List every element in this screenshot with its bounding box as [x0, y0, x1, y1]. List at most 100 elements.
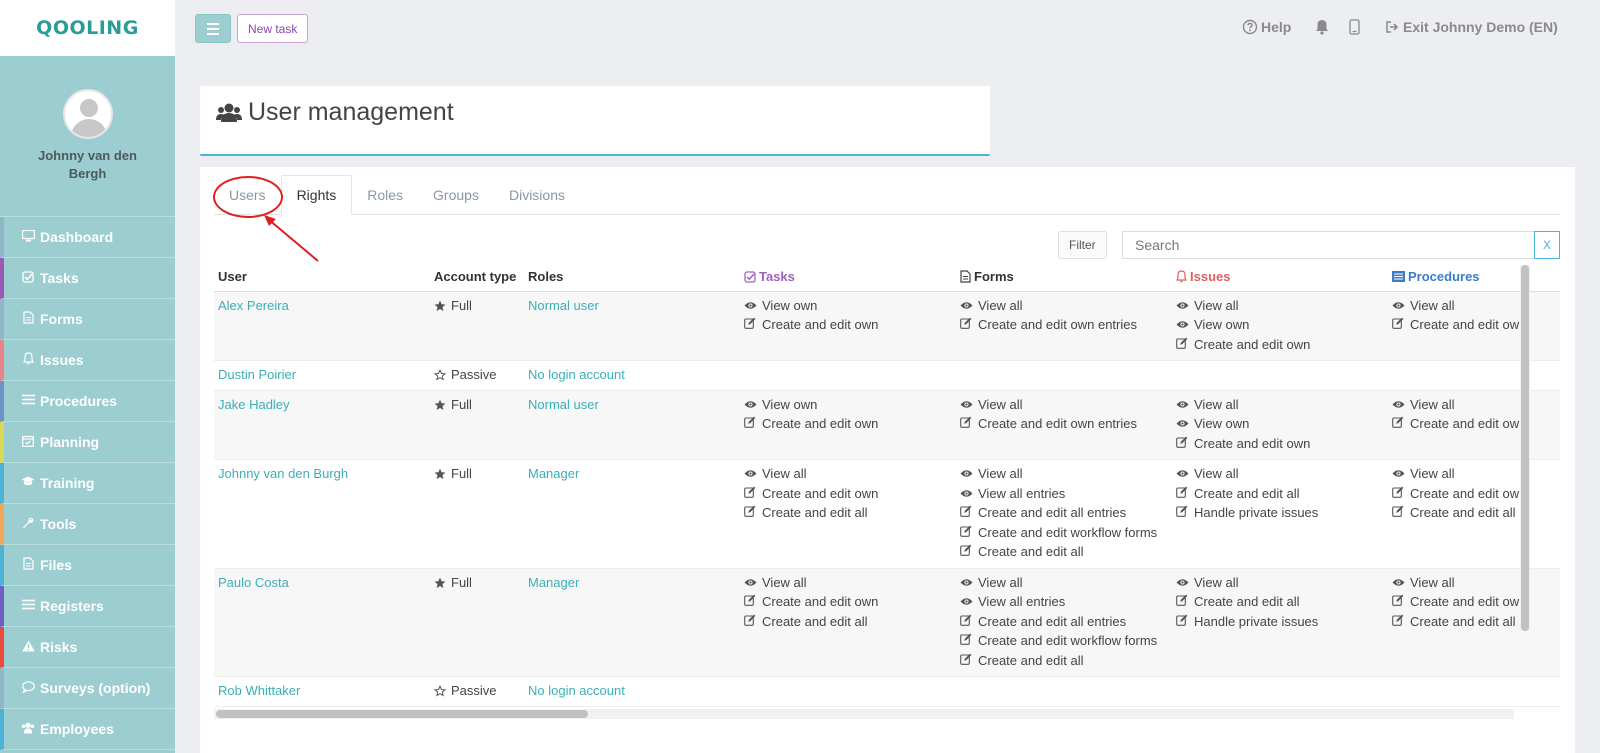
sidebar-item-issues[interactable]: Issues — [0, 340, 175, 381]
sidebar-item-files[interactable]: Files — [0, 545, 175, 586]
edit-icon — [1392, 594, 1405, 613]
role-link[interactable]: Manager — [528, 575, 579, 590]
tab-divisions[interactable]: Divisions — [494, 175, 580, 215]
eye-icon — [960, 466, 973, 485]
table-row[interactable]: Paulo Costa Full Manager View all Create and… — [214, 568, 1560, 677]
column-header-tasks[interactable]: Tasks — [740, 263, 956, 292]
sidebar-item-risks[interactable]: Risks — [0, 627, 175, 668]
permission-label: Create and edit own entries — [978, 416, 1137, 431]
permission-label: View all — [1194, 574, 1239, 590]
permission-label: View all — [762, 574, 807, 590]
user-link[interactable]: Paulo Costa — [218, 575, 289, 590]
sidebar-item-surveys-option[interactable]: Surveys (option) — [0, 668, 175, 709]
help-link[interactable]: Help — [1242, 19, 1291, 35]
cell-forms: View all View all entries Create and edit … — [956, 568, 1172, 677]
vertical-scrollbar-thumb[interactable] — [1521, 265, 1529, 631]
filter-button[interactable]: Filter — [1058, 231, 1107, 259]
cell-role: Manager — [524, 568, 740, 677]
tab-groups[interactable]: Groups — [418, 175, 494, 215]
logo[interactable]: QOOLING — [36, 17, 139, 39]
user-link[interactable]: Rob Whittaker — [218, 683, 300, 698]
sidebar-item-tasks[interactable]: Tasks — [0, 258, 175, 299]
horizontal-scrollbar[interactable] — [214, 709, 1514, 719]
column-header-account-type[interactable]: Account type — [430, 263, 524, 292]
users-icon — [20, 722, 36, 737]
cell-issues: View all Create and edit all Handle privat… — [1172, 459, 1388, 569]
user-link[interactable]: Jake Hadley — [218, 397, 290, 412]
sidebar-item-planning[interactable]: Planning — [0, 422, 175, 463]
column-header-issues[interactable]: Issues — [1172, 263, 1388, 292]
exit-link[interactable]: Exit Johnny Demo (EN) — [1385, 19, 1558, 35]
role-link[interactable]: Normal user — [528, 397, 599, 412]
sidebar-item-training[interactable]: Training — [0, 463, 175, 504]
eye-icon — [1176, 397, 1189, 416]
column-header-roles[interactable]: Roles — [524, 263, 740, 292]
wrench-icon — [20, 517, 36, 532]
edit-icon — [960, 633, 973, 652]
permission-item: Create and edit all — [1176, 593, 1384, 613]
role-link[interactable]: No login account — [528, 367, 625, 382]
tab-roles[interactable]: Roles — [352, 175, 418, 215]
cell-issues: View all Create and edit all Handle privat… — [1172, 568, 1388, 677]
sidebar-item-label: Planning — [40, 434, 100, 450]
mobile-button[interactable] — [1349, 19, 1360, 35]
role-link[interactable]: Manager — [528, 466, 579, 481]
permission-label: View all — [1410, 466, 1455, 481]
tab-rights[interactable]: Rights — [280, 175, 353, 215]
table-row[interactable]: Alex Pereira Full Normal user View own Creat… — [214, 291, 1560, 361]
tab-users[interactable]: Users — [214, 175, 281, 215]
permission-item: View all — [960, 465, 1168, 485]
vertical-scrollbar[interactable] — [1520, 265, 1530, 631]
role-link[interactable]: Normal user — [528, 298, 599, 313]
account-type: Passive — [434, 682, 520, 701]
new-task-button[interactable]: New task — [237, 14, 309, 43]
table-row[interactable]: Johnny van den Burgh Full Manager View all C… — [214, 459, 1560, 569]
column-header-user[interactable]: User — [214, 263, 430, 292]
avatar[interactable] — [62, 89, 113, 139]
column-header-procedures[interactable]: Procedures — [1388, 263, 1560, 292]
rights-table-container: User Account type Roles Tasks Forms Issu… — [214, 263, 1560, 709]
user-link[interactable]: Alex Pereira — [218, 298, 289, 313]
search-input[interactable] — [1122, 231, 1534, 259]
role-link[interactable]: No login account — [528, 683, 625, 698]
table-row[interactable]: Dustin Poirier Passive No login account — [214, 360, 1560, 391]
column-header-forms[interactable]: Forms — [956, 263, 1172, 292]
sidebar-item-registers[interactable]: Registers — [0, 586, 175, 627]
table-row[interactable]: Rob Whittaker Passive No login account — [214, 676, 1560, 707]
menu-toggle-button[interactable] — [195, 14, 231, 43]
clear-search-button[interactable]: X — [1534, 231, 1560, 259]
column-header-procedures-label: Procedures — [1408, 269, 1480, 285]
permission-label: View all — [978, 574, 1023, 590]
bell-icon — [20, 352, 36, 368]
user-link[interactable]: Johnny van den Burgh — [218, 466, 348, 481]
permission-label: View all — [1410, 574, 1455, 590]
permission-label: View all entries — [978, 485, 1066, 501]
permission-item: Create and edit all entries — [960, 613, 1168, 633]
user-link[interactable]: Dustin Poirier — [218, 367, 296, 382]
sidebar-item-dashboard[interactable]: Dashboard — [0, 217, 175, 258]
notifications-button[interactable] — [1315, 19, 1329, 35]
table-row[interactable]: Jake Hadley Full Normal user View own Create… — [214, 390, 1560, 460]
edit-icon — [1176, 337, 1189, 356]
sidebar-item-label: Dashboard — [40, 229, 114, 245]
sidebar-item-label: Forms — [40, 311, 83, 327]
sidebar-item-label: Files — [40, 557, 72, 573]
horizontal-scrollbar-thumb[interactable] — [216, 710, 588, 718]
sidebar-item-forms[interactable]: Forms — [0, 299, 175, 340]
top-bar: New task Help Exit Johnny Demo (EN) — [175, 0, 1600, 56]
cell-issues — [1172, 360, 1388, 391]
sidebar-item-procedures[interactable]: Procedures — [0, 381, 175, 422]
edit-icon — [960, 317, 973, 336]
permission-label: View all — [1194, 396, 1239, 412]
cell-user: Rob Whittaker — [214, 676, 430, 707]
account-type: Passive — [434, 366, 520, 385]
sidebar-item-employees[interactable]: Employees — [0, 709, 175, 750]
sidebar-item-tools[interactable]: Tools — [0, 504, 175, 545]
cell-user: Dustin Poirier — [214, 360, 430, 391]
edit-icon — [744, 505, 757, 524]
cell-user: Paulo Costa — [214, 568, 430, 677]
rights-table: User Account type Roles Tasks Forms Issu… — [214, 263, 1560, 707]
mobile-icon — [1349, 19, 1360, 35]
cell-procedures: View all Create and edit own — [1388, 291, 1560, 361]
star-full-icon — [434, 300, 446, 312]
